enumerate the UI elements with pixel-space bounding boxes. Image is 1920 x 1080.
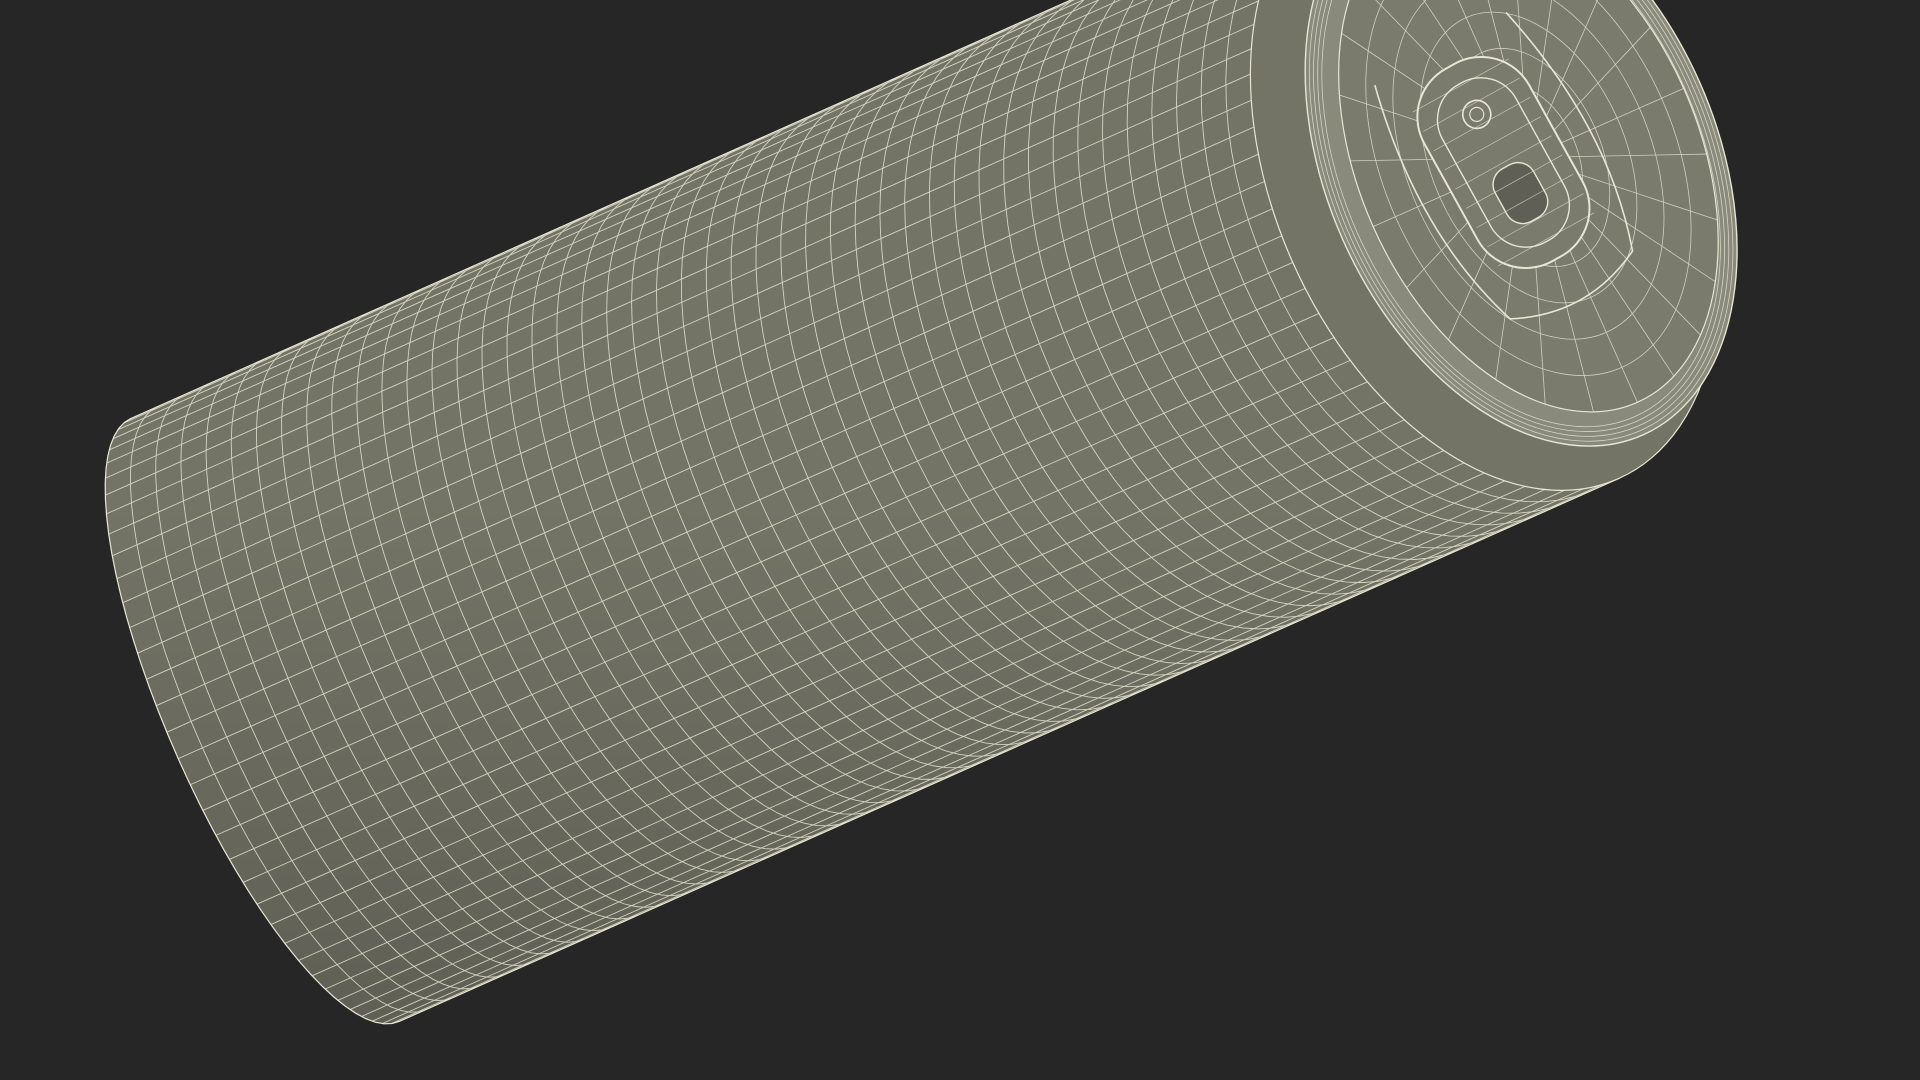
render-viewport [0,0,1920,1080]
wireframe-can-render [0,0,1920,1080]
